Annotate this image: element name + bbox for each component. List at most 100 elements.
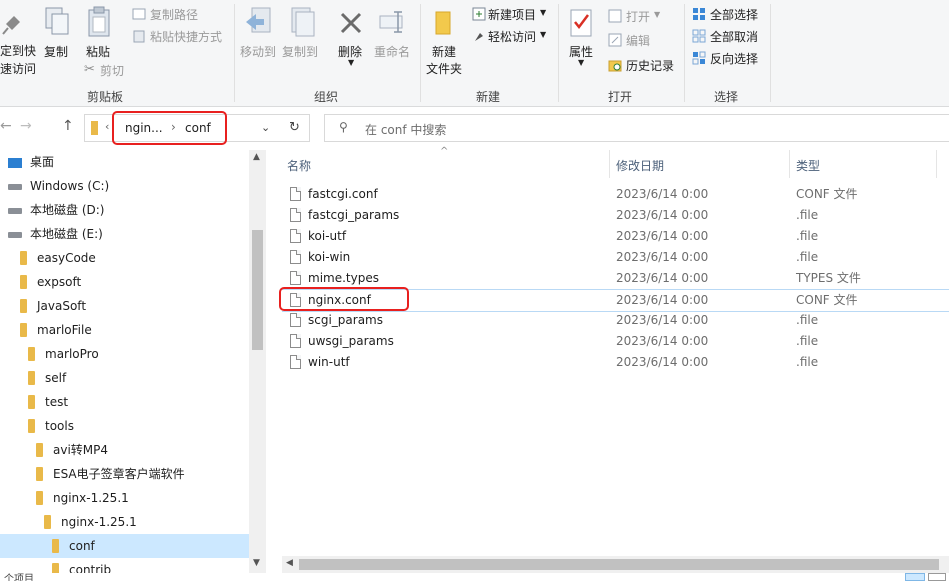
nav-item[interactable]: 桌面 xyxy=(0,150,249,174)
rename-label: 重命名 xyxy=(374,45,411,59)
file-row[interactable]: fastcgi.conf 2023/6/14 0:00 CONF 文件 xyxy=(282,184,949,205)
copy-to-button[interactable]: 复制到 xyxy=(282,6,322,62)
nav-item[interactable]: Windows (C:) xyxy=(0,174,249,198)
file-name: uwsgi_params xyxy=(308,334,394,348)
file-date: 2023/6/14 0:00 xyxy=(616,355,709,369)
nav-item[interactable]: self xyxy=(0,366,249,390)
nav-item[interactable]: marloFile xyxy=(0,318,249,342)
nav-item[interactable]: test xyxy=(0,390,249,414)
new-item-label: 新建项目 xyxy=(488,8,537,22)
edit-label: 编辑 xyxy=(626,34,651,48)
nav-item-label: 本地磁盘 (E:) xyxy=(30,227,103,241)
nav-item[interactable]: nginx-1.25.1 xyxy=(0,510,249,534)
copy-path-label: 复制路径 xyxy=(150,8,199,22)
file-name: scgi_params xyxy=(308,313,383,327)
move-to-icon xyxy=(246,7,271,33)
edit-icon xyxy=(608,33,622,47)
nav-item[interactable]: ESA电子签章客户端软件 xyxy=(0,462,249,486)
file-date: 2023/6/14 0:00 xyxy=(616,293,709,307)
nav-item-label: 本地磁盘 (D:) xyxy=(30,203,105,217)
copy-to-icon xyxy=(291,7,315,37)
nav-item[interactable]: easyCode xyxy=(0,246,249,270)
file-row[interactable]: koi-win 2023/6/14 0:00 .file xyxy=(282,247,949,268)
move-to-button[interactable]: 移动到 xyxy=(240,6,280,62)
back-button[interactable]: ← xyxy=(0,118,12,138)
address-dropdown-icon[interactable]: ⌄ xyxy=(261,121,270,134)
nav-item[interactable]: conf xyxy=(0,534,249,558)
rename-icon xyxy=(379,11,403,33)
invert-selection-button[interactable]: 反向选择 xyxy=(692,50,764,68)
nav-scroll-down-icon[interactable]: ▼ xyxy=(253,558,260,568)
nav-item[interactable]: tools xyxy=(0,414,249,438)
file-row[interactable]: koi-utf 2023/6/14 0:00 .file xyxy=(282,226,949,247)
cut-button[interactable]: ✂ 剪切 xyxy=(84,62,144,80)
new-folder-icon xyxy=(435,11,451,35)
list-horizontal-scrollbar[interactable]: ◀ xyxy=(282,556,949,573)
search-box[interactable]: ⚲ 在 conf 中搜索 xyxy=(324,114,949,142)
column-header-date[interactable]: 修改日期 xyxy=(616,157,664,174)
paste-shortcut-label: 粘贴快捷方式 xyxy=(150,30,223,44)
folder-icon xyxy=(20,274,27,289)
select-all-button[interactable]: 全部选择 xyxy=(692,6,764,24)
nav-item[interactable]: nginx-1.25.1 xyxy=(0,486,249,510)
column-header-name[interactable]: 名称 xyxy=(287,157,311,174)
new-folder-label-2: 文件夹 xyxy=(426,62,463,76)
new-item-button[interactable]: 新建项目 ▼ xyxy=(472,6,552,24)
status-text: 个项目 xyxy=(4,574,34,581)
file-row[interactable]: mime.types 2023/6/14 0:00 TYPES 文件 xyxy=(282,268,949,289)
column-header-type[interactable]: 类型 xyxy=(796,157,820,174)
delete-button[interactable]: 删除 ▼ xyxy=(336,6,366,68)
nav-scroll-thumb[interactable] xyxy=(252,230,263,350)
nav-item[interactable]: expsoft xyxy=(0,270,249,294)
select-none-button[interactable]: 全部取消 xyxy=(692,28,764,46)
pin-button[interactable]: 定到快 速访问 xyxy=(0,8,40,78)
history-button[interactable]: 历史记录 xyxy=(608,57,680,75)
paste-button[interactable]: 粘贴 xyxy=(86,6,116,62)
list-scroll-left-icon[interactable]: ◀ xyxy=(286,558,293,568)
forward-button[interactable]: → xyxy=(20,118,36,138)
new-folder-button[interactable]: 新建 文件夹 xyxy=(426,6,468,78)
nav-scroll-up-icon[interactable]: ▲ xyxy=(253,152,260,162)
tiles-view-icon[interactable] xyxy=(928,573,946,581)
folder-icon xyxy=(28,370,35,385)
file-highlight xyxy=(279,287,409,311)
ribbon-separator xyxy=(420,4,421,102)
file-icon xyxy=(290,208,301,222)
nav-item[interactable]: avi转MP4 xyxy=(0,438,249,462)
properties-button[interactable]: 属性 ▼ xyxy=(566,6,600,68)
open-button[interactable]: 打开 ▼ xyxy=(608,8,668,26)
refresh-icon[interactable]: ↻ xyxy=(289,120,300,135)
rename-button[interactable]: 重命名 xyxy=(374,6,414,62)
breadcrumb-overflow-icon: ‹ xyxy=(105,120,110,133)
organize-group-label: 组织 xyxy=(314,90,339,104)
file-row[interactable]: scgi_params 2023/6/14 0:00 .file xyxy=(282,310,949,331)
nav-item[interactable]: 本地磁盘 (E:) xyxy=(0,222,249,246)
file-name: fastcgi_params xyxy=(308,208,400,222)
file-icon xyxy=(290,313,301,327)
nav-item[interactable]: marloPro xyxy=(0,342,249,366)
ribbon-separator xyxy=(770,4,771,102)
copy-path-button[interactable]: 复制路径 xyxy=(132,6,232,24)
open-label: 打开 xyxy=(626,10,651,24)
file-row[interactable]: win-utf 2023/6/14 0:00 .file xyxy=(282,352,949,373)
details-view-icon[interactable] xyxy=(905,573,925,581)
copy-button[interactable]: 复制 xyxy=(44,6,74,62)
paste-shortcut-button[interactable]: 粘贴快捷方式 xyxy=(132,28,232,46)
file-date: 2023/6/14 0:00 xyxy=(616,187,709,201)
nav-item[interactable]: JavaSoft xyxy=(0,294,249,318)
nav-scrollbar[interactable]: ▲ ▼ xyxy=(249,150,266,573)
folder-icon xyxy=(36,442,43,457)
copy-icon xyxy=(45,7,69,35)
nav-item-label: easyCode xyxy=(37,251,96,265)
file-row[interactable]: fastcgi_params 2023/6/14 0:00 .file xyxy=(282,205,949,226)
up-button[interactable]: ↑ xyxy=(62,118,78,138)
file-type: .file xyxy=(796,229,819,243)
search-icon: ⚲ xyxy=(339,120,348,134)
nav-item-label: test xyxy=(45,395,69,409)
easy-access-button[interactable]: 轻松访问 ▼ xyxy=(472,28,552,46)
edit-button[interactable]: 编辑 xyxy=(608,32,668,50)
list-scroll-thumb[interactable] xyxy=(299,559,939,570)
file-type: CONF 文件 xyxy=(796,187,858,201)
nav-item[interactable]: 本地磁盘 (D:) xyxy=(0,198,249,222)
file-row[interactable]: uwsgi_params 2023/6/14 0:00 .file xyxy=(282,331,949,352)
